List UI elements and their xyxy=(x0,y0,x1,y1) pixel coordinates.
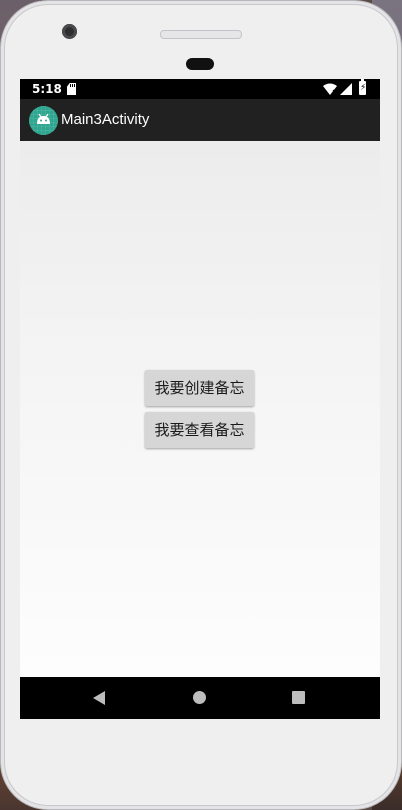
view-memo-button[interactable]: 我要查看备忘 xyxy=(145,412,254,448)
android-app-icon xyxy=(29,106,58,135)
device-screen: 5:18 ⚡ Main3Activity 我要创建备忘 我要查看备忘 xyxy=(20,79,380,719)
recents-icon[interactable] xyxy=(292,691,305,704)
earpiece-speaker xyxy=(160,30,242,39)
app-toolbar: Main3Activity xyxy=(20,99,380,141)
navigation-bar xyxy=(20,677,380,719)
create-memo-button[interactable]: 我要创建备忘 xyxy=(145,370,254,406)
phone-frame: 5:18 ⚡ Main3Activity 我要创建备忘 我要查看备忘 xyxy=(0,0,402,810)
sd-card-icon xyxy=(67,83,76,95)
main-content: 我要创建备忘 我要查看备忘 xyxy=(20,141,380,677)
proximity-sensor xyxy=(186,58,214,70)
status-bar: 5:18 ⚡ xyxy=(20,79,380,99)
home-icon[interactable] xyxy=(193,691,206,704)
wifi-icon xyxy=(323,83,337,95)
status-time: 5:18 xyxy=(32,82,62,96)
signal-icon xyxy=(340,83,352,95)
page-title: Main3Activity xyxy=(61,111,150,128)
front-camera xyxy=(62,24,77,39)
battery-charging-icon: ⚡ xyxy=(359,79,367,95)
back-icon[interactable] xyxy=(93,691,105,705)
